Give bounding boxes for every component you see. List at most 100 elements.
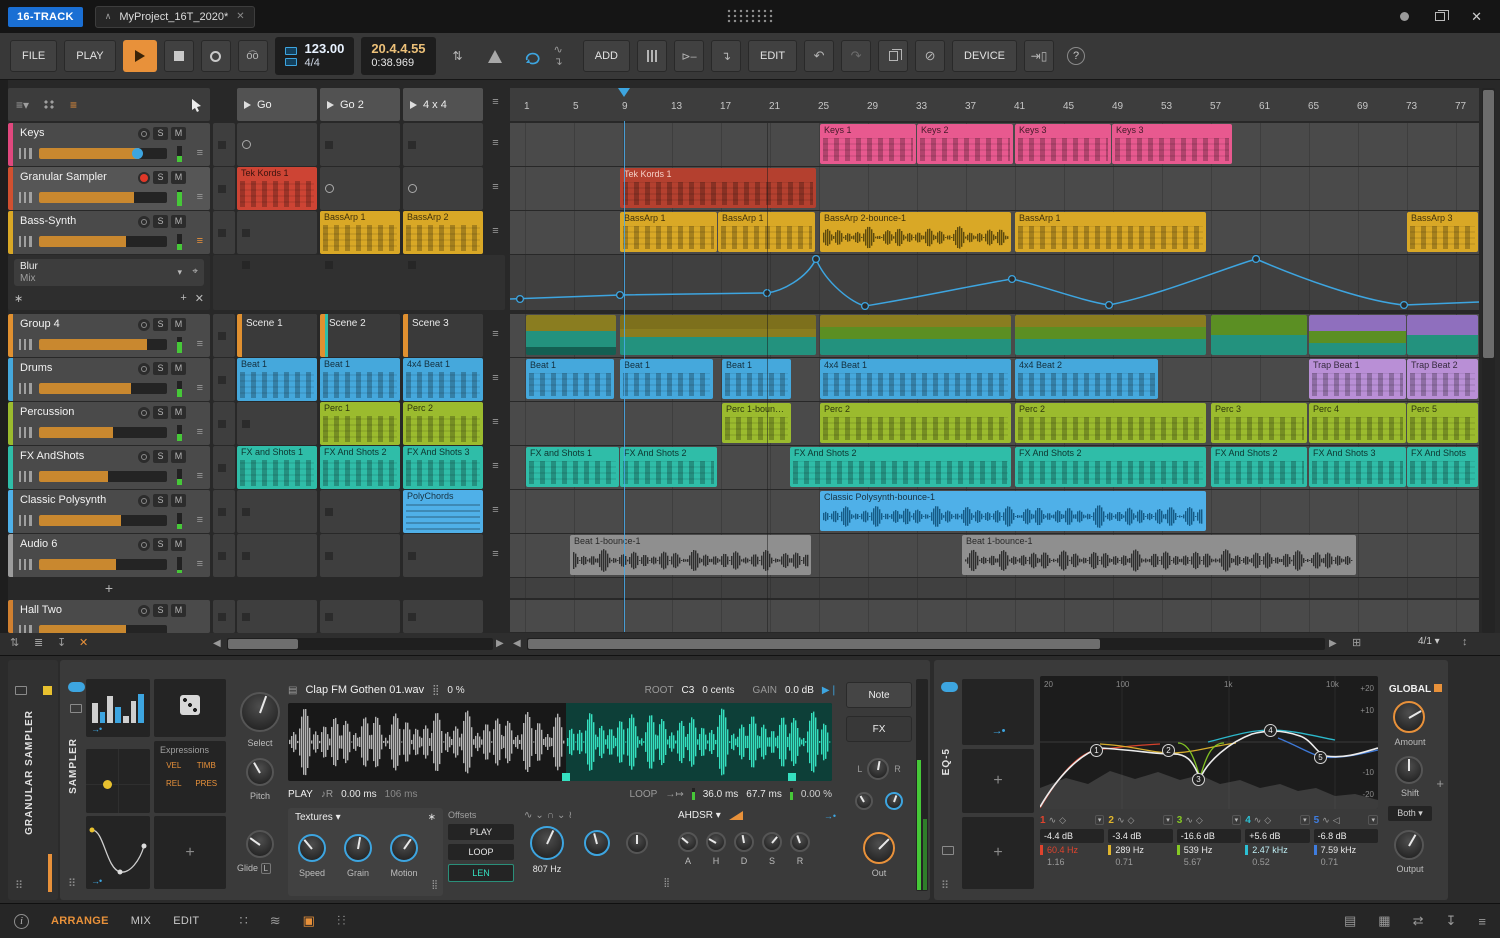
window-dot-icon[interactable] [1400, 12, 1410, 21]
mute-button[interactable]: M [171, 362, 186, 375]
solo-button[interactable]: S [153, 362, 168, 375]
clip-slot[interactable] [320, 123, 400, 166]
sample-waveform-display[interactable] [288, 703, 832, 781]
grid-size-selector[interactable]: 4/1 ▾ [1418, 636, 1440, 647]
launcher-clip[interactable]: Beat 1 [237, 358, 317, 401]
reverse-icon[interactable]: ♪R [321, 789, 333, 800]
launcher-clip[interactable]: FX And Shots 2 [320, 446, 400, 489]
clip-stop-button[interactable] [213, 402, 235, 445]
width-knob[interactable] [885, 792, 903, 810]
file-button[interactable]: FILE [10, 40, 58, 72]
clip-stop-button[interactable] [213, 490, 235, 533]
clip-stop-button[interactable] [213, 358, 235, 401]
band-shape-icon[interactable]: ◇ [1264, 815, 1271, 826]
scrollbar-thumb[interactable] [228, 639, 298, 649]
clip-slot[interactable] [237, 402, 317, 445]
edit-button[interactable]: EDIT [747, 40, 798, 72]
chevron-down-icon[interactable]: ▾ [177, 267, 182, 277]
keyzone-icon[interactable]: ⣿ [432, 685, 439, 696]
sample-name[interactable]: Clap FM Gothen 01.wav [305, 684, 424, 696]
sustain-knob[interactable] [762, 832, 782, 852]
modulator-out-icon[interactable]: →• [992, 725, 1006, 737]
amount-knob[interactable] [1393, 701, 1425, 733]
scene-play-icon[interactable] [327, 100, 334, 109]
group-clip-region[interactable] [620, 315, 816, 355]
chevron-down-icon[interactable]: ▾ [1163, 815, 1173, 825]
band-shape-icon[interactable]: ∿ [1254, 815, 1262, 826]
modulator-curve[interactable]: →• [86, 816, 150, 889]
clip-slot[interactable]: Tek Kords 1 [237, 167, 317, 210]
clip-slot[interactable]: Scene 2 [320, 314, 400, 357]
grid-icon[interactable]: ⣿ [663, 877, 670, 888]
automation-lane[interactable] [510, 255, 1479, 310]
clip-slot[interactable]: Scene 1 [237, 314, 317, 357]
close-project-icon[interactable]: ✕ [236, 11, 244, 22]
launcher-clip[interactable]: Beat 1 [320, 358, 400, 401]
record-arm-button[interactable] [138, 604, 150, 617]
play-button[interactable] [122, 40, 157, 72]
clip-slot[interactable]: FX and Shots 1 [237, 446, 317, 489]
chevron-down-icon[interactable]: ▾ [1094, 815, 1105, 825]
arranger-clip[interactable]: Perc 1-bounce-1 [722, 403, 791, 443]
clip-slot[interactable]: BassArp 2 [403, 211, 483, 254]
filter-freq-knob[interactable] [530, 826, 564, 860]
clip-stop-button[interactable] [213, 446, 235, 489]
import-icon[interactable]: ↧ [57, 636, 66, 649]
chevron-down-icon[interactable]: ▾ [1300, 815, 1310, 825]
scrollbar-thumb[interactable] [1483, 90, 1494, 358]
view-arrange[interactable]: ARRANGE [51, 915, 109, 927]
arranger-clip[interactable]: Perc 5 [1407, 403, 1478, 443]
clip-slot[interactable]: Beat 1 [320, 358, 400, 401]
mute-button[interactable]: M [171, 494, 186, 507]
add-button[interactable]: ADD [582, 40, 630, 72]
launcher-clip[interactable]: FX And Shots 3 [403, 446, 483, 489]
record-arm-button[interactable] [138, 494, 150, 507]
arranger-clip[interactable]: Tek Kords 1 [620, 168, 816, 208]
layers-icon[interactable]: ≡ [197, 470, 203, 482]
eq-band-handle-3[interactable]: 3 [1192, 773, 1205, 786]
help-button[interactable]: ? [1061, 40, 1091, 72]
band-shape-icon[interactable]: ◁ [1333, 815, 1340, 826]
device-power-toggle[interactable] [941, 682, 958, 692]
track-header-keys[interactable]: Keys SM ≡ [8, 123, 210, 166]
tab-fx[interactable]: FX [846, 716, 912, 742]
mute-button[interactable]: M [171, 604, 186, 617]
record-arm-button[interactable] [138, 450, 150, 463]
band-shape-icon[interactable]: ◇ [1059, 815, 1066, 826]
modulator-out-icon[interactable]: →• [824, 811, 836, 821]
volume-slider[interactable] [39, 471, 167, 482]
loop-mode-label[interactable]: LOOP [630, 789, 658, 800]
band-freq-value[interactable]: 539 Hz [1176, 845, 1241, 855]
insert-device-button[interactable]: ⇥▯ [1024, 40, 1055, 72]
sample-tag-icon[interactable]: ▤ [288, 685, 297, 696]
volume-slider[interactable] [39, 625, 167, 633]
metronome-button[interactable] [480, 40, 510, 72]
track-header-drums[interactable]: Drums SM ≡ [8, 358, 210, 401]
solo-button[interactable]: S [153, 604, 168, 617]
mute-button[interactable]: M [171, 406, 186, 419]
band-gain-value[interactable]: +5.6 dB [1245, 829, 1310, 843]
arranger-clip[interactable]: Perc 2 [1015, 403, 1206, 443]
arranger-clip[interactable]: FX And Shots [1407, 447, 1478, 487]
slider-handle[interactable] [132, 148, 143, 159]
scroll-right-icon[interactable]: ▶ [496, 638, 504, 649]
mute-button[interactable]: M [171, 318, 186, 331]
shift-knob[interactable] [1395, 756, 1423, 784]
track-menu-icon[interactable]: ≡ [486, 372, 505, 384]
clip-slot[interactable]: Scene 3 [403, 314, 483, 357]
expression-timb[interactable]: TIMB [191, 758, 221, 773]
record-button[interactable] [200, 40, 231, 72]
play-length-value[interactable]: 106 ms [385, 789, 418, 800]
link-icon[interactable]: ≋ [270, 913, 281, 929]
launcher-clip[interactable]: Perc 1 [320, 402, 400, 445]
expression-vel[interactable]: VEL [159, 758, 189, 773]
arranger-clip[interactable]: Perc 4 [1309, 403, 1406, 443]
bounce-button[interactable]: ↴ [710, 40, 741, 72]
record-arm-button[interactable] [138, 318, 150, 331]
volume-slider[interactable] [39, 339, 167, 350]
pin-icon[interactable]: ⌖ [192, 266, 198, 278]
arranger-clip[interactable]: Beat 1-bounce-1 [570, 535, 811, 575]
band-shape-icon[interactable]: ∿ [1322, 815, 1330, 826]
mixer-panel-icon[interactable]: ≡ [1478, 914, 1486, 929]
position-time[interactable]: 0:38.969 [371, 57, 425, 71]
